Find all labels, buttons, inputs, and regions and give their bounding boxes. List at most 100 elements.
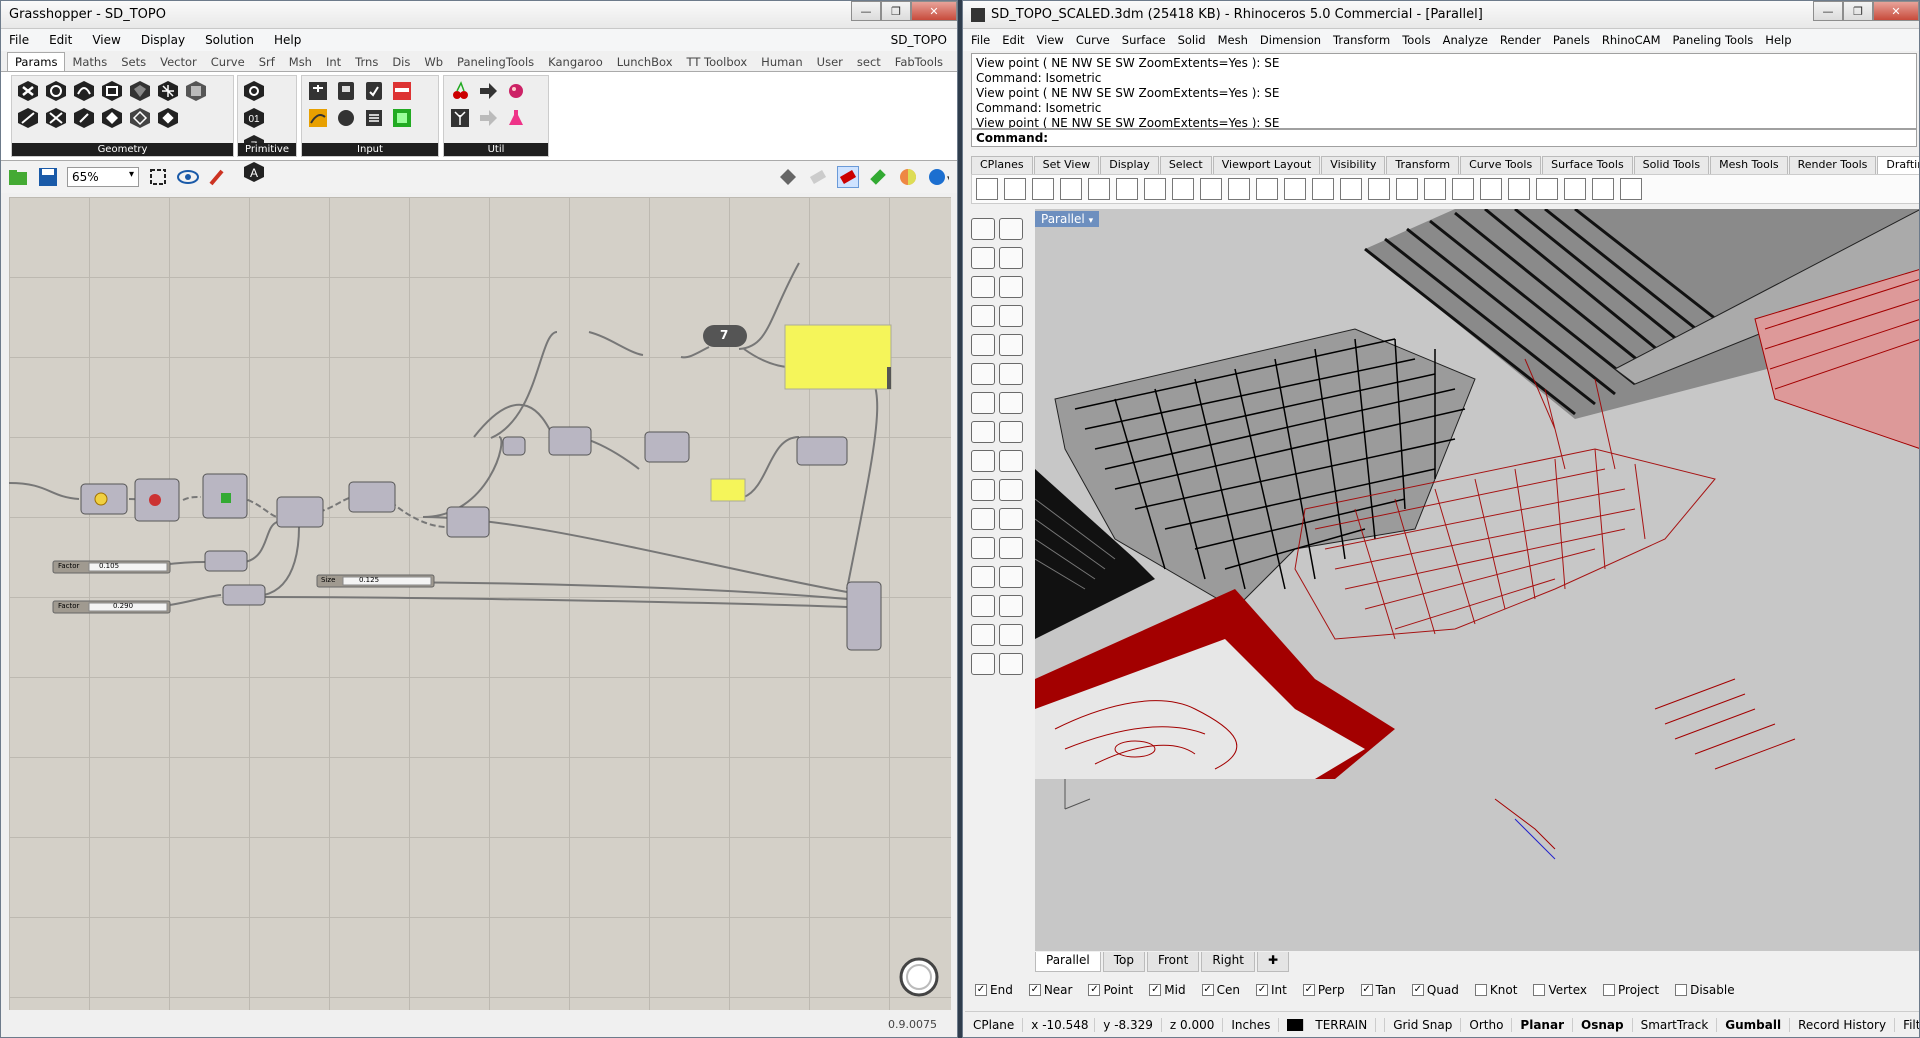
preview-eye-icon[interactable] xyxy=(177,166,199,188)
gh-menu-display[interactable]: Display xyxy=(141,33,185,47)
boolean-toggle-icon[interactable] xyxy=(361,79,386,103)
zoom-dropdown[interactable]: 65% ▾ xyxy=(67,167,139,187)
mirror-icon[interactable] xyxy=(999,508,1023,530)
gh-tab-kangaroo[interactable]: Kangaroo xyxy=(541,53,610,71)
tab-render-tools[interactable]: Render Tools xyxy=(1788,156,1877,174)
tab-surface-tools[interactable]: Surface Tools xyxy=(1542,156,1633,174)
toggle-ortho[interactable]: Ortho xyxy=(1461,1017,1513,1032)
dimension-icon[interactable] xyxy=(976,178,998,200)
data-input-arrow-icon[interactable] xyxy=(475,106,500,130)
rhino-menu-mesh[interactable]: Mesh xyxy=(1218,33,1248,47)
text-annotate-icon[interactable] xyxy=(1508,178,1530,200)
tab-mesh-tools[interactable]: Mesh Tools xyxy=(1710,156,1788,174)
osnap-mid[interactable]: ✓ Mid xyxy=(1149,983,1186,997)
copy-icon[interactable] xyxy=(971,479,995,501)
button-input-icon[interactable] xyxy=(333,79,358,103)
freeform-icon[interactable] xyxy=(999,334,1023,356)
vector-param-icon[interactable] xyxy=(99,106,124,130)
text-param-icon[interactable]: A xyxy=(241,160,266,184)
scale-icon[interactable] xyxy=(971,508,995,530)
tab-transform[interactable]: Transform xyxy=(1386,156,1460,174)
gh-tab-sect[interactable]: sect xyxy=(850,53,888,71)
hatch-edit-icon[interactable] xyxy=(1368,178,1390,200)
viewport-parallel[interactable]: Parallel ▾ xyxy=(1035,209,1919,951)
osnap-checkbox[interactable]: ✓ xyxy=(1302,984,1315,996)
shading-sphere-icon[interactable] xyxy=(897,166,919,188)
gh-tab-maths[interactable]: Maths xyxy=(65,53,114,71)
brep-param-icon[interactable] xyxy=(127,79,152,103)
leader-icon[interactable] xyxy=(1004,178,1026,200)
rhino-menu-view[interactable]: View xyxy=(1037,33,1064,47)
viewport-tab-top[interactable]: Top xyxy=(1102,952,1145,972)
maximize-button[interactable]: ❐ xyxy=(881,1,911,21)
osnap-cen[interactable]: ✓ Cen xyxy=(1201,983,1240,997)
sketch-ball-icon[interactable] xyxy=(503,79,528,103)
rhino-menu-help[interactable]: Help xyxy=(1765,33,1791,47)
osnap-checkbox[interactable]: ✓ xyxy=(1411,984,1424,996)
command-history[interactable]: View point ( NE NW SE SW ZoomExtents=Yes… xyxy=(971,53,1917,129)
viewport-tab-front[interactable]: Front xyxy=(1146,952,1200,972)
osnap-checkbox[interactable] xyxy=(1603,984,1616,996)
tree-statistics-icon[interactable] xyxy=(447,106,472,130)
preview-selected-icon[interactable] xyxy=(837,166,859,188)
text-style-icon[interactable] xyxy=(1480,178,1502,200)
rectangle-icon[interactable] xyxy=(971,305,995,327)
viewport-tab-right[interactable]: Right xyxy=(1201,952,1255,972)
gh-tab-msh[interactable]: Msh xyxy=(282,53,319,71)
layout-icon[interactable] xyxy=(1060,178,1082,200)
text-object-icon[interactable] xyxy=(1452,178,1474,200)
osnap-tan[interactable]: ✓ Tan xyxy=(1360,983,1396,997)
ellipse-icon[interactable] xyxy=(971,334,995,356)
rhino-menu-panelingtools[interactable]: Paneling Tools xyxy=(1673,33,1754,47)
toggle-grid-snap[interactable]: Grid Snap xyxy=(1385,1017,1462,1032)
tab-drafting[interactable]: Drafting xyxy=(1877,156,1919,174)
radius-dim-icon[interactable] xyxy=(1200,178,1222,200)
gh-tab-fabtools[interactable]: FabTools xyxy=(888,53,950,71)
gh-tab-vector[interactable]: Vector xyxy=(153,53,204,71)
slider-icon[interactable] xyxy=(305,79,330,103)
gumball-icon[interactable] xyxy=(999,653,1023,675)
arc-length-icon[interactable] xyxy=(1256,178,1278,200)
arc-icon[interactable] xyxy=(999,276,1023,298)
preview-shaded-icon[interactable] xyxy=(807,166,829,188)
polyline-icon[interactable] xyxy=(971,247,995,269)
plane-param-icon[interactable] xyxy=(43,106,68,130)
surface-param-icon[interactable] xyxy=(99,79,124,103)
rhino-menu-render[interactable]: Render xyxy=(1500,33,1541,47)
osnap-disable[interactable]: Disable xyxy=(1675,983,1735,997)
rhino-menu-transform[interactable]: Transform xyxy=(1333,33,1390,47)
osnap-checkbox[interactable]: ✓ xyxy=(975,984,987,996)
gh-tab-curve[interactable]: Curve xyxy=(204,53,252,71)
tab-set-view[interactable]: Set View xyxy=(1033,156,1100,174)
osnap-checkbox[interactable]: ✓ xyxy=(1088,984,1101,996)
gh-tab-dis[interactable]: Dis xyxy=(385,53,417,71)
graph-mapper-icon[interactable] xyxy=(305,106,330,130)
rhino-menu-dimension[interactable]: Dimension xyxy=(1260,33,1321,47)
fillet-icon[interactable] xyxy=(971,363,995,385)
osnap-knot[interactable]: Knot xyxy=(1474,983,1517,997)
loft-icon[interactable] xyxy=(971,624,995,646)
toggle-record-history[interactable]: Record History xyxy=(1790,1017,1896,1032)
rhino-menu-solid[interactable]: Solid xyxy=(1178,33,1206,47)
select-arrow-icon[interactable] xyxy=(971,218,995,240)
osnap-quad[interactable]: ✓ Quad xyxy=(1411,983,1459,997)
rhino-menu-curve[interactable]: Curve xyxy=(1076,33,1110,47)
box-icon[interactable] xyxy=(971,566,995,588)
gh-menu-solution[interactable]: Solution xyxy=(205,33,254,47)
rhino-menu-edit[interactable]: Edit xyxy=(1002,33,1024,47)
extrude-icon[interactable] xyxy=(999,595,1023,617)
close-button[interactable]: ✕ xyxy=(1873,1,1919,21)
line-param-icon[interactable] xyxy=(15,106,40,130)
command-input[interactable]: Command: xyxy=(971,129,1917,147)
toggle-gumball[interactable]: Gumball xyxy=(1717,1017,1791,1032)
rhino-menu-rhinocam[interactable]: RhinoCAM xyxy=(1602,33,1661,47)
osnap-checkbox[interactable]: ✓ xyxy=(1149,984,1162,996)
render-sphere-icon[interactable] xyxy=(1564,178,1586,200)
osnap-end[interactable]: ✓ End xyxy=(975,983,1013,997)
osnap-vertex[interactable]: Vertex xyxy=(1533,983,1587,997)
osnap-checkbox[interactable]: ✓ xyxy=(1028,984,1041,996)
minimize-button[interactable]: — xyxy=(1813,1,1843,21)
rhino-menu-analyze[interactable]: Analyze xyxy=(1443,33,1488,47)
gh-tab-trns[interactable]: Trns xyxy=(348,53,385,71)
minimize-button[interactable]: — xyxy=(851,1,881,21)
